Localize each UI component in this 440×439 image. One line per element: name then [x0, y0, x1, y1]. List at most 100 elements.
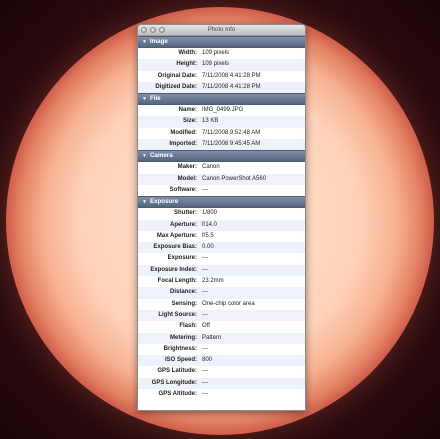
disclosure-triangle-icon[interactable]: ▼: [142, 151, 147, 161]
info-row: Focal Length: 23.2mm: [138, 276, 305, 288]
row-label: Brightness:: [163, 345, 197, 352]
row-value: ---: [202, 289, 208, 296]
row-label: Modified:: [170, 129, 197, 136]
row-label: Imported:: [169, 141, 197, 148]
row-label: GPS Longitude:: [151, 379, 197, 386]
row-value: f/14.0: [202, 221, 218, 228]
info-row: Exposure Bias: 0.00: [138, 242, 305, 254]
row-label: Flash:: [179, 323, 197, 330]
photo-info-window: Photo Info ▼ Image Width: 109 pixels Heig…: [137, 24, 306, 411]
row-label: Focal Length:: [157, 278, 197, 285]
row-value: ---: [202, 379, 208, 386]
section-title: Exposure: [149, 198, 179, 206]
row-label: Name:: [178, 107, 197, 114]
row-label: ISO Speed:: [164, 357, 197, 364]
info-row: Metering: Pattern: [138, 332, 305, 344]
row-label: Digitized Date:: [155, 83, 197, 90]
row-value: 23.2mm: [202, 278, 224, 285]
row-label: GPS Altitude:: [158, 391, 197, 398]
row-value: 109 pixels: [202, 61, 230, 68]
row-label: Model:: [177, 175, 197, 182]
row-label: Size:: [182, 118, 197, 125]
info-row: Brightness: ---: [138, 343, 305, 356]
row-value: 0.00: [202, 244, 214, 251]
disclosure-triangle-icon[interactable]: ▼: [142, 37, 147, 47]
info-row: Size: 13 KB: [138, 116, 305, 128]
info-row: Sensing: One-chip color area: [138, 298, 305, 310]
row-value: ---: [202, 186, 208, 193]
row-label: Metering:: [170, 334, 197, 341]
info-row: GPS Altitude: ---: [138, 389, 305, 401]
row-label: Exposure Bias:: [153, 244, 197, 251]
row-value: One-chip color area: [202, 300, 255, 307]
title-bar[interactable]: Photo Info: [138, 25, 305, 36]
row-value: ---: [202, 311, 208, 318]
row-value: ---: [202, 368, 208, 375]
section-rows-file: Name: IMG_0499.JPG Size: 13 KB Modified: 7/…: [138, 105, 305, 151]
disclosure-triangle-icon[interactable]: ▼: [142, 197, 147, 207]
section-header-camera[interactable]: ▼ Camera: [138, 150, 305, 163]
section-rows-exposure: Shutter: 1/800 Aperture: f/14.0 Max Apertu…: [138, 208, 305, 401]
info-row: Flash: Off: [138, 321, 305, 333]
row-value: 7/11/2008 9:52:48 AM: [202, 129, 261, 136]
section-rows-image: Width: 109 pixels Height: 109 pixels Origi…: [138, 48, 305, 94]
row-label: Software:: [169, 186, 197, 193]
row-label: Height:: [176, 61, 197, 68]
row-label: Distance:: [169, 289, 197, 296]
row-value: 800: [202, 357, 213, 364]
info-row: Model: Canon PowerShot A560: [138, 173, 305, 185]
row-value: 1/800: [202, 210, 218, 217]
row-label: Light Source:: [158, 311, 197, 318]
info-row: ISO Speed: 800: [138, 355, 305, 367]
row-value: IMG_0499.JPG: [202, 107, 244, 114]
row-label: Original Date:: [157, 72, 197, 79]
info-row: Original Date: 7/11/2008 4:41:28 PM: [138, 70, 305, 82]
info-row: Height: 109 pixels: [138, 59, 305, 71]
section-rows-camera: Maker: Canon Model: Canon PowerShot A560 S…: [138, 162, 305, 197]
row-value: 109 pixels: [202, 50, 230, 56]
disclosure-triangle-icon[interactable]: ▼: [142, 94, 147, 104]
info-row: Aperture: f/14.0: [138, 219, 305, 231]
row-value: Off: [202, 323, 210, 330]
row-label: Exposure Index:: [150, 266, 197, 273]
row-label: Exposure:: [167, 255, 197, 262]
section-title: Image: [149, 38, 168, 45]
row-value: Pattern: [202, 334, 222, 341]
row-label: Width:: [178, 50, 197, 56]
info-row: Exposure: ---: [138, 253, 305, 265]
window-title: Photo Info: [207, 27, 236, 33]
info-row: Digitized Date: 7/11/2008 4:41:28 PM: [138, 81, 305, 94]
info-row: Modified: 7/11/2008 9:52:48 AM: [138, 127, 305, 140]
row-value: ---: [202, 391, 208, 398]
row-value: Canon: [202, 164, 220, 171]
row-value: 7/11/2008 4:41:28 PM: [202, 83, 261, 90]
info-row: GPS Latitude: ---: [138, 366, 305, 378]
row-label: Shutter:: [174, 210, 197, 217]
row-label: GPS Latitude:: [157, 368, 197, 375]
info-row: GPS Longitude: ---: [138, 377, 305, 390]
section-header-image[interactable]: ▼ Image: [138, 36, 305, 48]
info-row: Width: 109 pixels: [138, 48, 305, 60]
row-label: Maker:: [177, 164, 197, 171]
info-row: Shutter: 1/800: [138, 208, 305, 220]
row-value: 7/11/2008 4:41:28 PM: [202, 72, 261, 79]
row-label: Aperture:: [169, 221, 197, 228]
section-title: File: [149, 95, 161, 103]
info-row: Name: IMG_0499.JPG: [138, 105, 305, 117]
row-value: Canon PowerShot A560: [202, 175, 267, 182]
row-value: ---: [202, 255, 208, 262]
row-value: f/5.5: [202, 232, 214, 239]
info-row: Imported: 7/11/2008 9:45:45 AM: [138, 139, 305, 151]
info-row: Light Source: ---: [138, 309, 305, 322]
row-value: ---: [202, 266, 208, 273]
info-row: Max Aperture: f/5.5: [138, 230, 305, 243]
row-label: Max Aperture:: [156, 232, 197, 239]
section-header-file[interactable]: ▼ File: [138, 93, 305, 106]
row-label: Sensing:: [171, 300, 197, 307]
info-row: Distance: ---: [138, 287, 305, 299]
info-row: Maker: Canon: [138, 162, 305, 174]
info-row: Software: ---: [138, 184, 305, 197]
info-row: Exposure Index: ---: [138, 264, 305, 277]
section-header-exposure[interactable]: ▼ Exposure: [138, 196, 305, 209]
row-value: 7/11/2008 9:45:45 AM: [202, 141, 261, 148]
